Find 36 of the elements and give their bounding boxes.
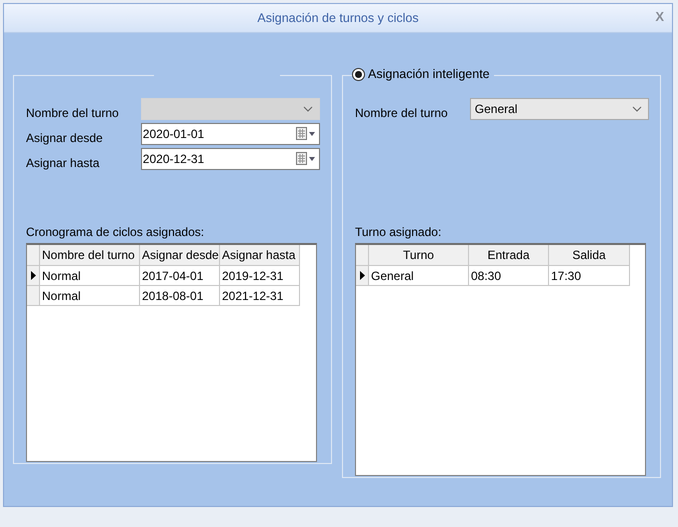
row-header	[356, 245, 369, 266]
column-header[interactable]: Salida	[549, 245, 630, 266]
radio-label: Asignación inteligente	[368, 67, 490, 81]
grid-title: Cronograma de ciclos asignados:	[26, 225, 206, 239]
table-cell: 2017-04-01	[140, 266, 220, 286]
calendar-dropdown-icon[interactable]	[296, 126, 316, 140]
row-pointer-icon	[30, 271, 36, 280]
table-cell: Normal	[40, 286, 140, 306]
row-header[interactable]	[27, 266, 40, 286]
field-label: Nombre del turno	[355, 104, 449, 120]
turn-name-dropdown[interactable]: General	[470, 98, 649, 120]
table-cell: General	[369, 266, 469, 286]
table-cell: 2018-08-01	[140, 286, 220, 306]
row-header	[27, 245, 40, 266]
table-cell: 2021-12-31	[220, 286, 300, 306]
field-label: Nombre del turno	[26, 104, 120, 120]
table-cell: 17:30	[549, 266, 630, 286]
grid-title: Turno asignado:	[355, 225, 442, 239]
table-cell: 2019-12-31	[220, 266, 300, 286]
column-header[interactable]: Nombre del turno	[40, 245, 140, 266]
field-label: Asignar hasta	[26, 154, 100, 170]
field-label: Asignar desde	[26, 130, 104, 144]
table-cell: 08:30	[469, 266, 549, 286]
radio-button[interactable]	[352, 68, 365, 80]
row-pointer-icon	[360, 271, 364, 280]
column-header[interactable]: Entrada	[469, 245, 549, 266]
chevron-down-icon[interactable]	[632, 106, 642, 112]
date-field[interactable]: 2020-12-31	[140, 148, 320, 170]
column-header[interactable]: Turno	[369, 245, 469, 266]
column-header[interactable]: Asignar hasta	[220, 245, 300, 266]
row-header[interactable]	[356, 266, 369, 286]
window-title: Asignación de turnos y ciclos	[257, 11, 419, 25]
calendar-dropdown-icon[interactable]	[296, 152, 316, 166]
column-header[interactable]: Asignar desde	[140, 245, 220, 266]
date-field[interactable]: 2020-01-01	[140, 122, 320, 144]
table-cell: Normal	[40, 266, 140, 286]
